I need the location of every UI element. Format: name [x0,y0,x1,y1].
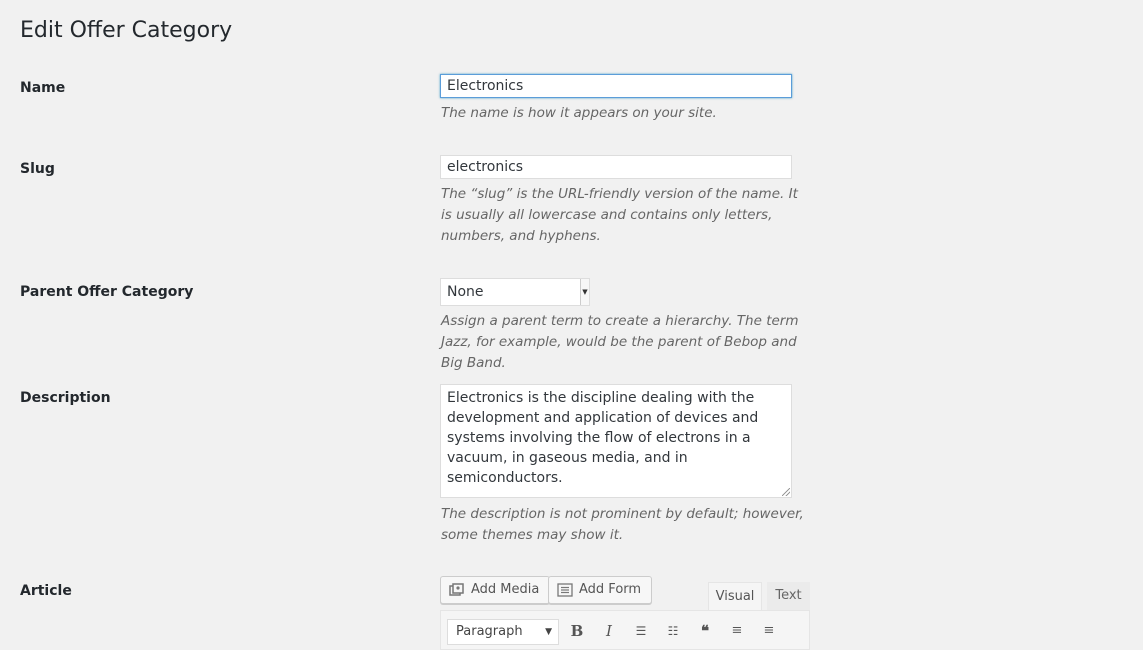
resize-handle-icon[interactable] [782,488,790,496]
slug-hint: The “slug” is the URL-friendly version o… [441,186,798,244]
parent-category-selected: None [447,284,484,300]
name-hint: The name is how it appears on your site. [441,105,717,121]
description-text: Electronics is the discipline dealing wi… [447,390,759,486]
align-left-icon[interactable]: ≡ [727,621,747,641]
add-media-label: Add Media [471,582,540,597]
bullet-list-icon[interactable]: ☰ [631,621,651,641]
italic-icon[interactable]: I [599,621,619,641]
media-icon [449,583,464,596]
description-label: Description [20,390,111,406]
article-label: Article [20,583,72,599]
description-hint: The description is not prominent by defa… [441,506,804,543]
format-select[interactable]: Paragraph ▼ [447,619,559,645]
numbered-list-icon[interactable]: ☷ [663,621,683,641]
dropdown-arrow-icon: ▼ [580,279,589,305]
format-selected: Paragraph [456,624,523,639]
slug-input[interactable]: electronics [440,155,792,179]
name-label: Name [20,80,66,96]
parent-category-label: Parent Offer Category [20,284,194,300]
parent-category-select[interactable]: None ▼ [440,278,590,306]
chevron-down-icon: ▼ [545,627,552,637]
editor-toolbar: Paragraph ▼ B I ☰ ☷ ❝ ≡ ≡ [440,610,810,650]
parent-category-hint: Assign a parent term to create a hierarc… [441,313,799,371]
add-form-label: Add Form [579,582,642,597]
align-center-icon[interactable]: ≡ [759,621,779,641]
description-textarea[interactable]: Electronics is the discipline dealing wi… [440,384,792,498]
slug-label: Slug [20,161,55,177]
tab-visual[interactable]: Visual [708,582,762,610]
add-form-button[interactable]: Add Form [548,576,653,604]
tab-text[interactable]: Text [767,582,810,610]
bold-icon[interactable]: B [567,621,587,641]
page-title: Edit Offer Category [20,18,233,43]
name-input[interactable]: Electronics [440,74,792,98]
add-media-button[interactable]: Add Media [440,576,551,604]
form-icon [557,583,573,597]
blockquote-icon[interactable]: ❝ [695,621,715,641]
